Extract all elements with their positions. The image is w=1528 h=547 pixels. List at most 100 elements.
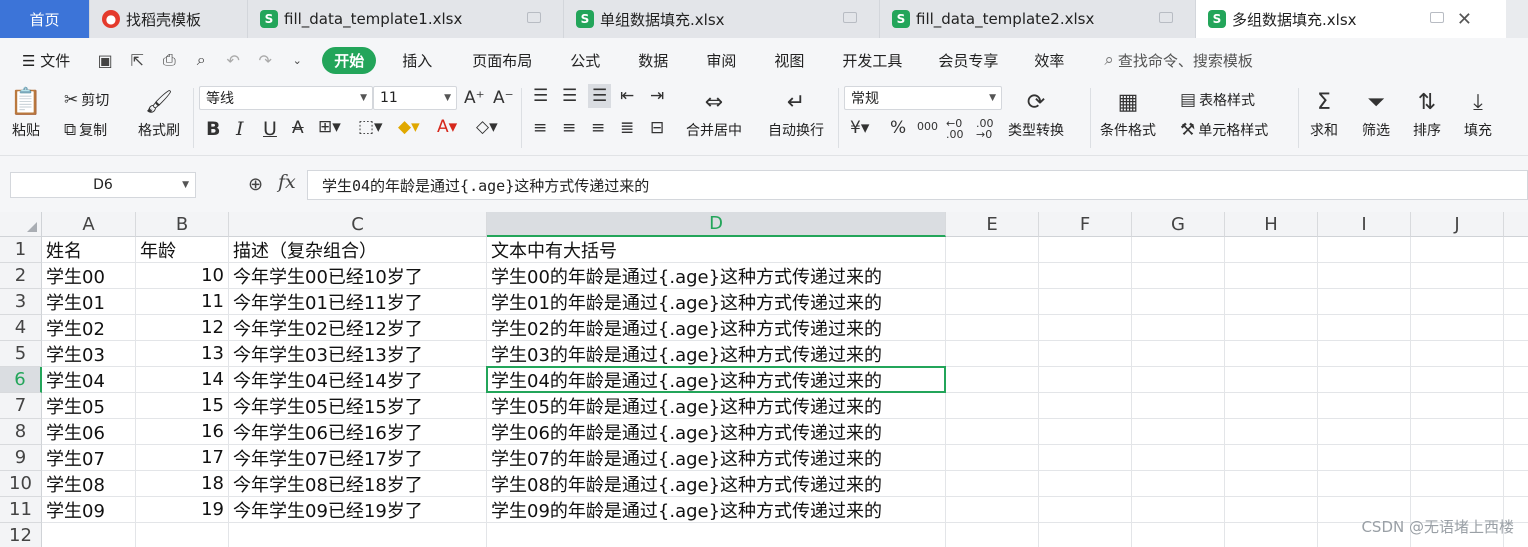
cell-i7[interactable] (1318, 393, 1411, 419)
window-icon[interactable] (843, 12, 857, 23)
cell-b10[interactable]: 18 (136, 471, 229, 497)
cell-e5[interactable] (946, 341, 1039, 367)
cell-c5[interactable]: 今年学生03已经13岁了 (229, 341, 487, 367)
row-header[interactable]: 12 (0, 523, 42, 547)
align-center-icon[interactable]: ≡ (562, 118, 576, 138)
cell-i9[interactable] (1318, 445, 1411, 471)
cell-j6[interactable] (1411, 367, 1504, 393)
cell-d9[interactable]: 学生07的年龄是通过{.age}这种方式传递过来的 (487, 445, 946, 471)
cell-f2[interactable] (1039, 263, 1132, 289)
cell-e6[interactable] (946, 367, 1039, 393)
zoom-icon[interactable]: ⊕ (248, 174, 263, 195)
cell-j1[interactable] (1411, 237, 1504, 263)
cell-i4[interactable] (1318, 315, 1411, 341)
underline-icon[interactable]: U (263, 118, 277, 140)
name-box[interactable]: D6 ▼ (10, 172, 196, 198)
cell-b8[interactable]: 16 (136, 419, 229, 445)
cell-i3[interactable] (1318, 289, 1411, 315)
cell-h1[interactable] (1225, 237, 1318, 263)
cell-g5[interactable] (1132, 341, 1225, 367)
formula-input[interactable]: 学生04的年龄是通过{.age}这种方式传递过来的 (307, 170, 1528, 200)
cell-h7[interactable] (1225, 393, 1318, 419)
filter-button[interactable]: ⏷ 筛选 (1362, 88, 1390, 140)
cell-f11[interactable] (1039, 497, 1132, 523)
window-icon[interactable] (1159, 12, 1173, 23)
cell-d4[interactable]: 学生02的年龄是通过{.age}这种方式传递过来的 (487, 315, 946, 341)
command-search[interactable]: ⌕ 查找命令、搜索模板 (1104, 50, 1253, 71)
cell-e4[interactable] (946, 315, 1039, 341)
cell-i2[interactable] (1318, 263, 1411, 289)
increase-decimal-button[interactable]: ←0 .00 (946, 118, 970, 140)
cell-h3[interactable] (1225, 289, 1318, 315)
cell-h2[interactable] (1225, 263, 1318, 289)
cell-c2[interactable]: 今年学生00已经10岁了 (229, 263, 487, 289)
cell-a8[interactable]: 学生06 (42, 419, 136, 445)
row-header[interactable]: 6 (0, 367, 42, 393)
fill-color-icon[interactable]: ◆▾ (398, 117, 420, 137)
save-icon[interactable]: ▣ (94, 49, 116, 71)
cell-style-button[interactable]: ⚒ 单元格样式 (1180, 120, 1268, 140)
cell-h4[interactable] (1225, 315, 1318, 341)
percent-button[interactable]: % (890, 118, 906, 138)
cell-g3[interactable] (1132, 289, 1225, 315)
cell-c8[interactable]: 今年学生06已经16岁了 (229, 419, 487, 445)
tab-multi-group-fill[interactable]: S 多组数据填充.xlsx ✕ (1196, 0, 1506, 38)
merge-center-button[interactable]: ⇔ 合并居中 (686, 88, 742, 140)
undo-icon[interactable]: ↶ (222, 49, 244, 71)
row-header[interactable]: 9 (0, 445, 42, 471)
cell-fill-style-icon[interactable]: ⬚▾ (358, 117, 383, 137)
align-left-icon[interactable]: ≡ (533, 118, 547, 138)
cell-e11[interactable] (946, 497, 1039, 523)
print-preview-icon[interactable]: ⌕ (190, 49, 212, 71)
row-header[interactable]: 10 (0, 471, 42, 497)
cell-f3[interactable] (1039, 289, 1132, 315)
cell-b4[interactable]: 12 (136, 315, 229, 341)
outdent-icon[interactable]: ⇤ (620, 86, 634, 106)
cell-g2[interactable] (1132, 263, 1225, 289)
cell-f9[interactable] (1039, 445, 1132, 471)
cell-e8[interactable] (946, 419, 1039, 445)
cell-c10[interactable]: 今年学生08已经18岁了 (229, 471, 487, 497)
cell-g11[interactable] (1132, 497, 1225, 523)
row-header[interactable]: 1 (0, 237, 42, 263)
tab-view[interactable]: 视图 (768, 46, 810, 75)
cell-b12[interactable] (136, 523, 229, 547)
row-header[interactable]: 2 (0, 263, 42, 289)
cell-j10[interactable] (1411, 471, 1504, 497)
cell-j4[interactable] (1411, 315, 1504, 341)
tab-efficiency[interactable]: 效率 (1028, 46, 1070, 75)
cell-d12[interactable] (487, 523, 946, 547)
cell-c4[interactable]: 今年学生02已经12岁了 (229, 315, 487, 341)
cell-h10[interactable] (1225, 471, 1318, 497)
cell-h6[interactable] (1225, 367, 1318, 393)
tab-developer[interactable]: 开发工具 (836, 46, 908, 75)
cell-a12[interactable] (42, 523, 136, 547)
tab-formulas[interactable]: 公式 (564, 46, 606, 75)
increase-font-icon[interactable]: A⁺ (464, 88, 485, 108)
align-top-icon[interactable]: ☰ (533, 86, 548, 106)
paste-button[interactable]: 📋 粘贴 (10, 87, 42, 140)
cell-e9[interactable] (946, 445, 1039, 471)
wrap-text-button[interactable]: ↵ 自动换行 (768, 88, 824, 140)
row-header[interactable]: 7 (0, 393, 42, 419)
cell-c7[interactable]: 今年学生05已经15岁了 (229, 393, 487, 419)
cell-g8[interactable] (1132, 419, 1225, 445)
cell-g1[interactable] (1132, 237, 1225, 263)
tab-docer-templates[interactable]: ● 找稻壳模板 (90, 0, 248, 38)
cell-d2[interactable]: 学生00的年龄是通过{.age}这种方式传递过来的 (487, 263, 946, 289)
cell-h11[interactable] (1225, 497, 1318, 523)
cell-a2[interactable]: 学生00 (42, 263, 136, 289)
indent-icon[interactable]: ⇥ (650, 86, 664, 106)
strikethrough-icon[interactable]: A (292, 118, 304, 138)
cell-d1[interactable]: 文本中有大括号 (487, 237, 946, 263)
cell-f1[interactable] (1039, 237, 1132, 263)
cell-g7[interactable] (1132, 393, 1225, 419)
cell-a6[interactable]: 学生04 (42, 367, 136, 393)
cell-j5[interactable] (1411, 341, 1504, 367)
font-name-select[interactable]: 等线 ▼ (199, 86, 373, 110)
cell-j3[interactable] (1411, 289, 1504, 315)
cell-g12[interactable] (1132, 523, 1225, 547)
cell-f6[interactable] (1039, 367, 1132, 393)
align-bottom-icon[interactable]: ☰ (588, 84, 612, 108)
tab-review[interactable]: 审阅 (700, 46, 742, 75)
